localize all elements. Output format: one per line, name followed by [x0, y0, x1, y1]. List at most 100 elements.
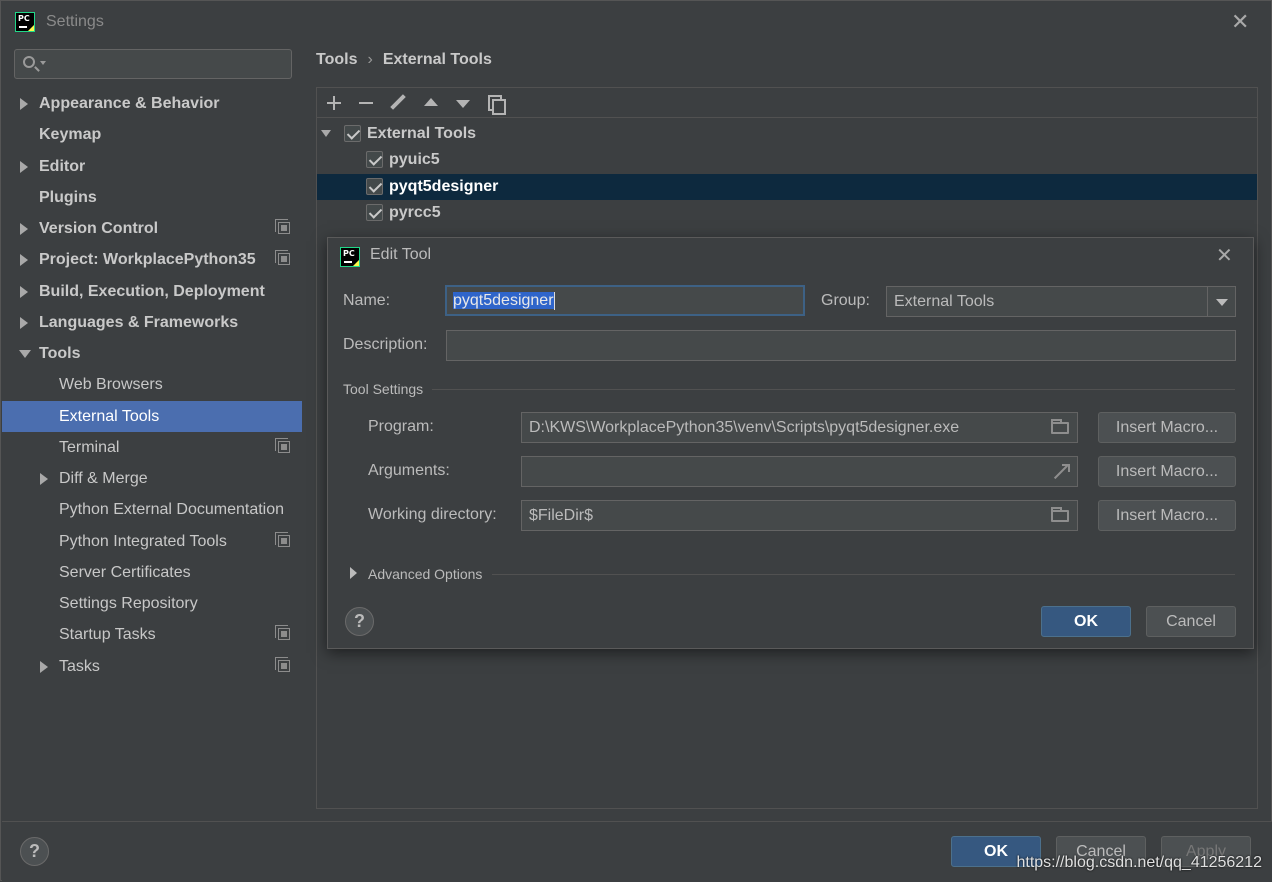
sidebar-item-server-certificates[interactable]: Server Certificates: [2, 557, 302, 588]
edit-icon[interactable]: [386, 91, 410, 115]
sidebar-item-python-integrated-tools[interactable]: Python Integrated Tools: [2, 526, 302, 557]
tools-group-row[interactable]: External Tools: [317, 121, 1257, 147]
expand-icon[interactable]: [1053, 464, 1070, 480]
sidebar-item-startup-tasks[interactable]: Startup Tasks: [2, 619, 302, 650]
program-label: Program:: [368, 418, 434, 435]
tool-row-pyuic5[interactable]: pyuic5: [317, 147, 1257, 173]
search-input[interactable]: [49, 54, 285, 74]
sidebar-item-terminal[interactable]: Terminal: [2, 432, 302, 463]
sidebar-item-web-browsers[interactable]: Web Browsers: [2, 369, 302, 400]
group-label: External Tools: [367, 125, 477, 142]
remove-icon[interactable]: [354, 91, 378, 115]
program-field[interactable]: D:\KWS\WorkplacePython35\venv\Scripts\py…: [521, 412, 1078, 443]
expand-arrow-icon[interactable]: [20, 161, 28, 173]
insert-macro-workdir-button[interactable]: Insert Macro...: [1098, 500, 1236, 531]
sidebar-item-external-tools[interactable]: External Tools: [2, 401, 302, 432]
help-icon[interactable]: ?: [20, 837, 49, 866]
sidebar-item-label: Settings Repository: [59, 595, 198, 612]
help-icon[interactable]: ?: [345, 607, 374, 636]
search-history-dropdown-icon[interactable]: [40, 61, 46, 65]
name-field[interactable]: pyqt5designer: [445, 285, 805, 316]
expand-arrow-icon[interactable]: [40, 473, 48, 485]
description-field[interactable]: [446, 330, 1236, 361]
dialog-close-icon[interactable]: ✕: [1216, 246, 1233, 266]
sidebar-item-label: Tasks: [59, 658, 100, 675]
project-level-icon: [275, 219, 290, 234]
sidebar-item-label: Appearance & Behavior: [39, 95, 220, 112]
move-down-icon[interactable]: [451, 91, 475, 115]
sidebar-item-settings-repository[interactable]: Settings Repository: [2, 588, 302, 619]
sidebar-item-appearance[interactable]: Appearance & Behavior: [2, 88, 302, 119]
insert-macro-program-button[interactable]: Insert Macro...: [1098, 412, 1236, 443]
sidebar-item-build[interactable]: Build, Execution, Deployment: [2, 276, 302, 307]
copy-icon[interactable]: [484, 91, 508, 115]
sidebar-item-diff-merge[interactable]: Diff & Merge: [2, 463, 302, 494]
sidebar-item-version-control[interactable]: Version Control: [2, 213, 302, 244]
sidebar-item-python-external-docs[interactable]: Python External Documentation: [2, 494, 302, 525]
name-value: pyqt5designer: [453, 292, 554, 309]
pycharm-logo-icon: [15, 12, 35, 32]
sidebar-item-tasks[interactable]: Tasks: [2, 651, 302, 682]
sidebar-item-label: Editor: [39, 158, 86, 175]
chevron-down-icon[interactable]: [1207, 287, 1235, 316]
dialog-ok-button[interactable]: OK: [1041, 606, 1131, 637]
sidebar-item-label: Version Control: [39, 220, 159, 237]
sidebar-item-languages[interactable]: Languages & Frameworks: [2, 307, 302, 338]
expand-arrow-icon[interactable]: [20, 317, 28, 329]
arguments-label: Arguments:: [368, 462, 450, 479]
arguments-field[interactable]: [521, 456, 1078, 487]
window-title: Settings: [46, 13, 104, 30]
section-divider: [492, 574, 1235, 575]
expand-arrow-icon[interactable]: [20, 286, 28, 298]
sidebar-item-label: External Tools: [59, 408, 160, 425]
sidebar-item-plugins[interactable]: Plugins: [2, 182, 302, 213]
sidebar-item-label: Diff & Merge: [59, 470, 148, 487]
folder-icon[interactable]: [1051, 507, 1069, 522]
sidebar-item-tools[interactable]: Tools: [2, 338, 302, 369]
breadcrumb-current: External Tools: [382, 51, 492, 68]
workdir-label: Working directory:: [368, 506, 497, 523]
sidebar-item-label: Plugins: [39, 189, 97, 206]
section-divider: [432, 389, 1235, 390]
expand-arrow-icon[interactable]: [20, 254, 28, 266]
settings-search[interactable]: [14, 49, 292, 79]
tool-checkbox[interactable]: [366, 151, 383, 168]
project-level-icon: [275, 532, 290, 547]
tool-label: pyrcc5: [389, 204, 441, 221]
window-close-icon[interactable]: ✕: [1231, 11, 1249, 33]
advanced-options-toggle[interactable]: Advanced Options: [348, 564, 498, 584]
collapse-arrow-icon[interactable]: [19, 350, 31, 358]
expand-arrow-icon[interactable]: [20, 98, 28, 110]
tool-checkbox[interactable]: [366, 204, 383, 221]
program-value: D:\KWS\WorkplacePython35\venv\Scripts\py…: [529, 419, 960, 436]
workdir-field[interactable]: $FileDir$: [521, 500, 1078, 531]
sidebar-item-keymap[interactable]: Keymap: [2, 119, 302, 150]
tool-label: pyqt5designer: [389, 178, 499, 195]
expand-arrow-icon[interactable]: [350, 567, 357, 579]
sidebar-item-label: Python Integrated Tools: [59, 533, 227, 550]
sidebar-item-label: Startup Tasks: [59, 626, 156, 643]
tool-label: pyuic5: [389, 151, 440, 168]
insert-macro-arguments-button[interactable]: Insert Macro...: [1098, 456, 1236, 487]
expand-arrow-icon[interactable]: [20, 223, 28, 235]
add-icon[interactable]: [322, 91, 346, 115]
project-level-icon: [275, 250, 290, 265]
tool-checkbox[interactable]: [366, 178, 383, 195]
move-up-icon[interactable]: [419, 91, 443, 115]
sidebar-item-project[interactable]: Project: WorkplacePython35: [2, 244, 302, 275]
search-icon: [23, 56, 35, 68]
tool-row-pyqt5designer[interactable]: pyqt5designer: [317, 174, 1257, 200]
breadcrumb: Tools › External Tools: [316, 51, 492, 69]
tool-row-pyrcc5[interactable]: pyrcc5: [317, 200, 1257, 226]
sidebar-item-label: Web Browsers: [59, 376, 163, 393]
group-checkbox[interactable]: [344, 125, 361, 142]
breadcrumb-parent[interactable]: Tools: [316, 51, 357, 68]
collapse-arrow-icon[interactable]: [321, 130, 331, 137]
folder-icon[interactable]: [1051, 419, 1069, 434]
group-combobox[interactable]: External Tools: [886, 286, 1236, 317]
sidebar-item-editor[interactable]: Editor: [2, 151, 302, 182]
sidebar-item-label: Project: WorkplacePython35: [39, 251, 256, 268]
description-label: Description:: [343, 336, 428, 353]
dialog-cancel-button[interactable]: Cancel: [1146, 606, 1236, 637]
expand-arrow-icon[interactable]: [40, 661, 48, 673]
